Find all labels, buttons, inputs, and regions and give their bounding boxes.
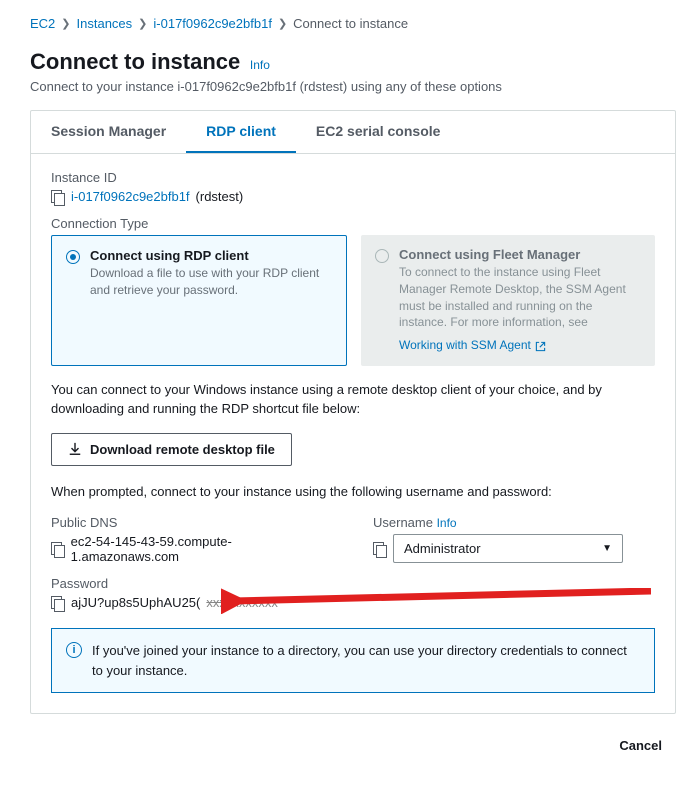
radio-selected-icon (66, 250, 80, 264)
username-select[interactable]: Administrator ▼ (393, 534, 623, 563)
username-value: Administrator (404, 541, 481, 556)
copy-icon[interactable] (51, 542, 65, 556)
breadcrumb-instance-id[interactable]: i-017f0962c9e2bfb1f (153, 16, 272, 31)
tab-serial-console[interactable]: EC2 serial console (296, 111, 461, 153)
breadcrumb-ec2[interactable]: EC2 (30, 16, 55, 31)
password-hidden-part: xxxxxxxxxxx (206, 595, 278, 610)
chevron-down-icon: ▼ (602, 543, 612, 554)
conn-rdp-desc: Download a file to use with your RDP cli… (90, 265, 332, 299)
chevron-right-icon: ❯ (138, 17, 147, 30)
copy-icon[interactable] (51, 190, 65, 204)
info-box-text: If you've joined your instance to a dire… (92, 641, 640, 680)
password-value: ajJU?up8s5UphAU25( (71, 595, 200, 610)
download-icon (68, 442, 82, 456)
ssm-agent-link[interactable]: Working with SSM Agent (399, 337, 546, 354)
breadcrumb: EC2 ❯ Instances ❯ i-017f0962c9e2bfb1f ❯ … (30, 16, 676, 31)
page-header: Connect to instance Info Connect to your… (30, 49, 676, 94)
copy-icon[interactable] (373, 542, 387, 556)
username-info-link[interactable]: Info (437, 516, 457, 530)
info-link[interactable]: Info (250, 58, 270, 72)
radio-unselected-icon (375, 249, 389, 263)
instance-id-link[interactable]: i-017f0962c9e2bfb1f (71, 189, 190, 204)
conn-rdp-title: Connect using RDP client (90, 248, 332, 263)
download-rdp-button[interactable]: Download remote desktop file (51, 433, 292, 466)
external-link-icon (535, 340, 546, 351)
breadcrumb-instances[interactable]: Instances (77, 16, 133, 31)
conn-fleet-title: Connect using Fleet Manager (399, 247, 641, 262)
instance-id-label: Instance ID (51, 170, 655, 185)
username-label: Username Info (373, 515, 655, 530)
tab-session-manager[interactable]: Session Manager (31, 111, 186, 153)
public-dns-label: Public DNS (51, 515, 333, 530)
credentials-prompt: When prompted, connect to your instance … (51, 482, 655, 502)
copy-icon[interactable] (51, 596, 65, 610)
connect-panel: Session Manager RDP client EC2 serial co… (30, 110, 676, 714)
tabs: Session Manager RDP client EC2 serial co… (31, 111, 675, 154)
conn-option-rdp[interactable]: Connect using RDP client Download a file… (51, 235, 347, 366)
chevron-right-icon: ❯ (61, 17, 70, 30)
cancel-button[interactable]: Cancel (605, 730, 676, 761)
instance-name-suffix: (rdstest) (196, 189, 244, 204)
connection-type-label: Connection Type (51, 216, 655, 231)
conn-fleet-desc: To connect to the instance using Fleet M… (399, 264, 641, 354)
conn-option-fleet: Connect using Fleet Manager To connect t… (361, 235, 655, 366)
page-subtitle: Connect to your instance i-017f0962c9e2b… (30, 79, 676, 94)
directory-info-box: i If you've joined your instance to a di… (51, 628, 655, 693)
public-dns-value: ec2-54-145-43-59.compute-1.amazonaws.com (71, 534, 333, 564)
breadcrumb-current: Connect to instance (293, 16, 408, 31)
info-icon: i (66, 642, 82, 658)
page-title: Connect to instance (30, 49, 240, 75)
tab-rdp-client[interactable]: RDP client (186, 111, 296, 153)
chevron-right-icon: ❯ (278, 17, 287, 30)
footer: Cancel (30, 730, 676, 761)
password-label: Password (51, 576, 655, 591)
rdp-description: You can connect to your Windows instance… (51, 380, 655, 419)
